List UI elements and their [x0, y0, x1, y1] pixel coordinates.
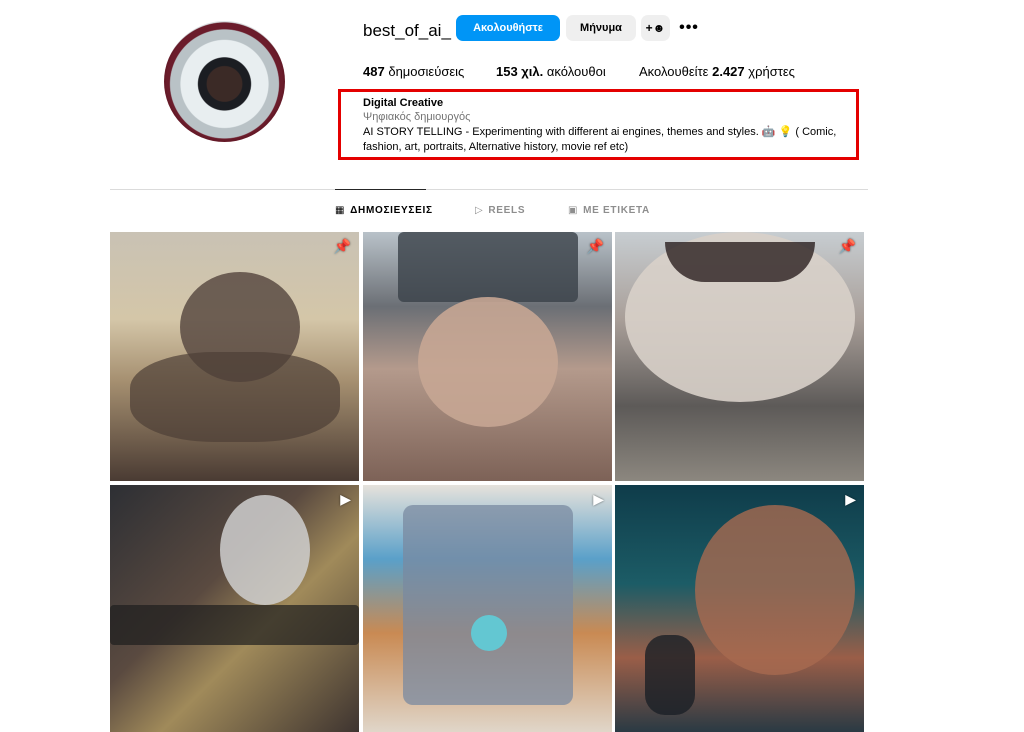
- tile-tentacles: [130, 352, 340, 442]
- post-tile[interactable]: 📌: [363, 232, 612, 481]
- tab-posts[interactable]: ▦ ΔΗΜΟΣΙΕΥΣΕΙΣ: [335, 205, 433, 217]
- tile-mouth: [665, 242, 815, 282]
- active-tab-indicator: [335, 189, 426, 190]
- tab-reels[interactable]: ▷ REELS: [475, 205, 525, 217]
- following-count-value: 2.427: [712, 64, 745, 79]
- tile-ship: [398, 232, 578, 302]
- message-button[interactable]: Μήνυμα: [566, 15, 636, 41]
- post-tile[interactable]: 📌: [110, 232, 359, 481]
- tabs-divider: [110, 189, 868, 190]
- posts-count-stat: 487 δημοσιεύσεις: [363, 64, 464, 80]
- post-tile[interactable]: ▶: [615, 485, 864, 732]
- bio-name: Digital Creative: [363, 97, 444, 109]
- followers-count-value: 153 χιλ.: [496, 64, 544, 79]
- suggest-accounts-button[interactable]: +☻: [641, 15, 670, 41]
- tab-tagged[interactable]: ▣ ΜΕ ΕΤΙΚΕΤΑ: [568, 205, 650, 217]
- following-suffix: χρήστες: [748, 64, 795, 79]
- reel-icon: ▶: [845, 491, 856, 507]
- pin-icon: 📌: [333, 238, 351, 254]
- avatar[interactable]: [164, 21, 285, 142]
- tag-icon: ▣: [568, 205, 579, 216]
- tile-subject: [403, 505, 573, 705]
- bio-category: Ψηφιακός δημιουργός: [363, 111, 471, 123]
- tab-reels-label: REELS: [488, 205, 526, 216]
- follow-button[interactable]: Ακολουθήστε: [456, 15, 560, 41]
- following-stat[interactable]: Ακολουθείτε 2.427 χρήστες: [639, 64, 795, 80]
- followers-stat[interactable]: 153 χιλ. ακόλουθοι: [496, 64, 606, 80]
- posts-count-value: 487: [363, 64, 385, 79]
- post-tile[interactable]: 📌: [615, 232, 864, 481]
- reel-icon: ▶: [340, 491, 351, 507]
- grid-icon: ▦: [335, 205, 346, 216]
- more-options-button[interactable]: •••: [678, 15, 700, 41]
- reels-icon: ▷: [475, 205, 484, 216]
- reel-icon: ▶: [593, 491, 604, 507]
- pin-icon: 📌: [838, 238, 856, 254]
- followers-count-label: ακόλουθοι: [546, 64, 606, 79]
- pin-icon: 📌: [586, 238, 604, 254]
- post-tile[interactable]: ▶: [363, 485, 612, 732]
- tile-weapon: [110, 605, 359, 645]
- following-prefix: Ακολουθείτε: [639, 64, 709, 79]
- tile-diver: [645, 635, 695, 715]
- post-tile[interactable]: ▶: [110, 485, 359, 732]
- add-person-icon: +☻: [645, 21, 666, 35]
- bio-text: AI STORY TELLING - Experimenting with di…: [363, 126, 837, 153]
- tile-subject: [418, 297, 558, 427]
- tab-tagged-label: ΜΕ ΕΤΙΚΕΤΑ: [583, 205, 650, 216]
- tile-subject: [695, 505, 855, 675]
- tile-subject: [220, 495, 310, 605]
- tab-posts-label: ΔΗΜΟΣΙΕΥΣΕΙΣ: [350, 205, 433, 216]
- profile-username: best_of_ai_: [363, 21, 451, 40]
- posts-count-label: δημοσιεύσεις: [388, 64, 465, 79]
- tile-orb: [471, 615, 507, 651]
